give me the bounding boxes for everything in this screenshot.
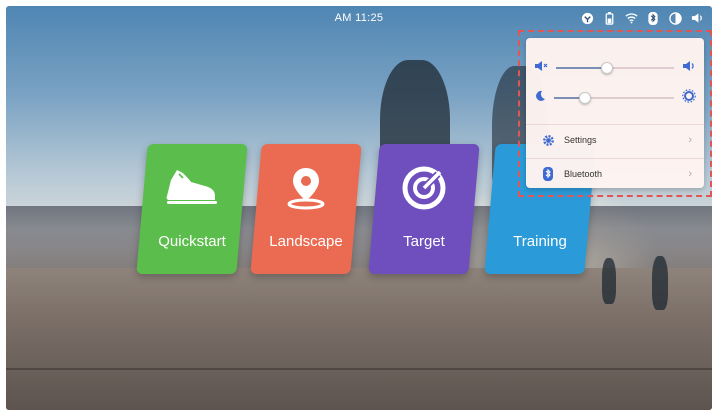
- brightness-slider-row: [534, 88, 696, 108]
- tile-label: Training: [513, 233, 567, 250]
- network-icon[interactable]: [580, 11, 594, 25]
- gear-icon: [540, 132, 556, 148]
- volume-icon[interactable]: [690, 11, 704, 25]
- tile-target[interactable]: Target: [368, 144, 480, 274]
- bluetooth-label: Bluetooth: [564, 169, 603, 179]
- brightness-icon[interactable]: [668, 11, 682, 25]
- volume-slider-fill: [556, 67, 606, 69]
- sun-icon[interactable]: [682, 88, 696, 108]
- shoe-icon: [142, 166, 242, 206]
- settings-label: Settings: [564, 135, 597, 145]
- status-bar: AM 11:25: [6, 6, 712, 32]
- bluetooth-icon: [540, 166, 556, 182]
- status-icons: [580, 11, 704, 25]
- tile-landscape[interactable]: Landscape: [250, 144, 362, 274]
- battery-icon: [602, 11, 616, 25]
- target-icon: [374, 166, 474, 210]
- background-runner: [602, 258, 616, 304]
- volume-max-icon[interactable]: [682, 59, 696, 77]
- home-screen: AM 11:25 Quickstart Landscape Target Tra…: [6, 6, 712, 410]
- location-pin-icon: [256, 166, 356, 210]
- volume-slider-row: [534, 60, 696, 76]
- quick-settings-panel: Settings › Bluetooth ›: [526, 38, 704, 188]
- background-runner: [652, 256, 668, 310]
- tile-label: Target: [403, 233, 445, 250]
- volume-slider-knob[interactable]: [600, 62, 613, 74]
- chevron-right-icon: ›: [688, 134, 692, 146]
- wifi-icon[interactable]: [624, 11, 638, 25]
- tile-label: Landscape: [269, 233, 343, 250]
- tile-quickstart[interactable]: Quickstart: [136, 144, 248, 274]
- chevron-right-icon: ›: [688, 168, 692, 180]
- bluetooth-row[interactable]: Bluetooth ›: [526, 159, 704, 189]
- settings-row[interactable]: Settings ›: [526, 125, 704, 155]
- volume-slider[interactable]: [556, 62, 674, 74]
- bluetooth-icon[interactable]: [646, 11, 660, 25]
- volume-mute-icon[interactable]: [534, 59, 548, 77]
- tile-label: Quickstart: [158, 233, 226, 250]
- brightness-slider-knob[interactable]: [579, 92, 591, 104]
- moon-icon[interactable]: [534, 89, 546, 107]
- brightness-slider[interactable]: [554, 92, 674, 104]
